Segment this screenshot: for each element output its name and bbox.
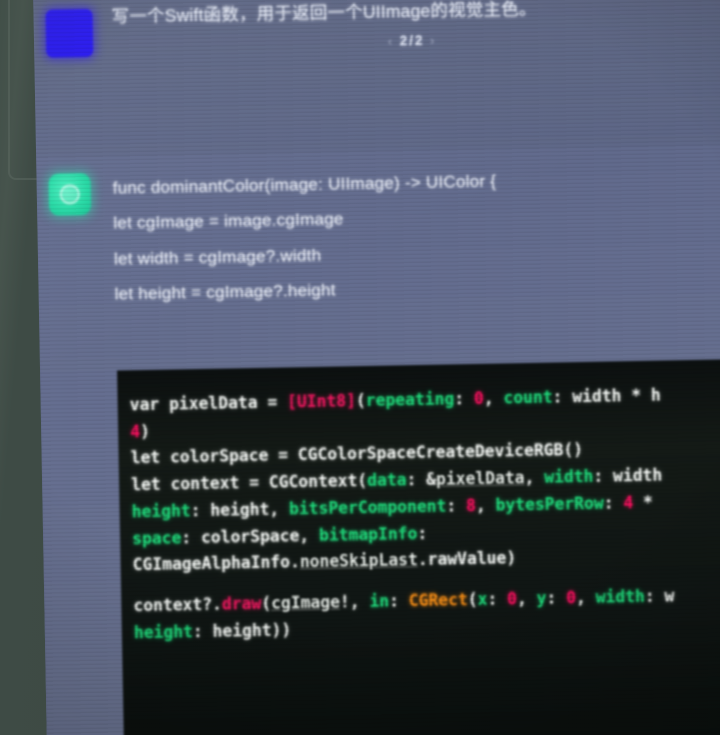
message-pager: ‹ 2/2 › — [112, 28, 712, 54]
code-token: : width — [593, 465, 663, 486]
code-token: height — [131, 501, 191, 522]
pager-prev-button[interactable]: ‹ — [388, 34, 394, 48]
pager-count: 2/2 — [399, 32, 425, 49]
code-token: space — [131, 527, 182, 548]
code-token: CGRect — [408, 590, 468, 611]
code-token: colorSpace = CGColorSpaceCreateDeviceRGB… — [169, 440, 584, 468]
code-token: : — [546, 588, 567, 608]
code-token: 8 — [465, 495, 476, 516]
code-token: , — [524, 467, 545, 488]
code-token: context = CGContext( — [170, 471, 368, 494]
code-token: , — [483, 388, 504, 408]
code-token: 4 — [623, 492, 634, 513]
code-token: pixelData — [168, 392, 268, 414]
code-token: : — [454, 388, 475, 409]
code-token: : — [446, 496, 467, 516]
code-content: var pixelData = [UInt8](repeating: 0, co… — [129, 378, 720, 646]
code-block-gutter — [40, 370, 125, 735]
code-token: count — [503, 387, 553, 408]
code-token: data — [366, 470, 407, 491]
code-token: pixelData — [435, 468, 525, 489]
code-token: : — [487, 589, 508, 609]
code-token: bytesPerRow — [495, 493, 604, 515]
code-token: context? — [133, 594, 213, 616]
code-token: : — [417, 523, 428, 543]
code-token: cgImage — [270, 592, 341, 613]
user-message-row: 写一个Swift函数，用于返回一个UIImage的视觉主色。 ‹ 2/2 › — [33, 0, 720, 158]
code-token: .rawValue) — [417, 548, 517, 570]
code-token: : colorSpace, — [181, 525, 320, 547]
code-token: ( — [261, 593, 272, 613]
code-token: !, — [339, 591, 370, 612]
assistant-avatar[interactable] — [48, 172, 92, 216]
code-token: : width * — [552, 385, 652, 407]
user-message-text: 写一个Swift函数，用于返回一个UIImage的视觉主色。 — [111, 0, 537, 27]
code-token: : & — [406, 469, 437, 490]
code-token: var — [129, 394, 170, 415]
code-token: 0 — [473, 388, 484, 408]
code-token: bitmapInfo — [318, 523, 418, 545]
code-token: let — [130, 474, 171, 495]
code-token: , — [475, 495, 496, 515]
code-token: height — [133, 621, 194, 643]
code-block[interactable]: var pixelData = [UInt8](repeating: 0, co… — [117, 358, 720, 735]
code-token: in — [369, 591, 390, 611]
code-token: = — [267, 392, 288, 412]
code-token: width — [543, 466, 594, 487]
pager-next-button[interactable]: › — [430, 34, 436, 48]
code-token: draw — [221, 593, 262, 614]
code-token: y — [536, 588, 547, 608]
code-token: , — [575, 587, 596, 608]
code-token: : height)) — [192, 620, 292, 641]
code-token: : height, — [190, 499, 290, 521]
code-token: bitsPerComponent — [288, 496, 447, 519]
code-token: 4 — [130, 421, 141, 442]
code-token: 0 — [506, 589, 518, 609]
assistant-message-row: func dominantColor(image: UIImage) -> UI… — [36, 144, 720, 735]
code-token: h — [650, 385, 661, 405]
code-token: 0 — [565, 588, 577, 608]
code-token: let — [130, 448, 171, 468]
code-token: ) — [139, 421, 151, 441]
code-token: : w — [644, 586, 675, 606]
phone-screen: 写一个Swift函数，用于返回一个UIImage的视觉主色。 ‹ 2/2 › f… — [33, 0, 720, 735]
code-token: CGImageAlphaInfo. — [132, 552, 300, 575]
code-token: repeating — [365, 389, 455, 410]
code-token: : — [388, 591, 409, 611]
code-token: , — [516, 588, 537, 609]
code-token: [UInt8] — [286, 391, 357, 412]
code-token: . — [211, 594, 223, 614]
code-token: x — [477, 589, 488, 609]
code-token: : — [603, 493, 624, 513]
assistant-prose: func dominantColor(image: UIImage) -> UI… — [112, 159, 720, 312]
code-token: * — [632, 492, 654, 512]
user-avatar[interactable] — [45, 8, 94, 58]
assistant-avatar-glyph — [59, 184, 81, 205]
code-token: width — [595, 586, 645, 607]
code-token: noneSkipLast — [299, 550, 418, 572]
code-token: ( — [355, 390, 366, 411]
